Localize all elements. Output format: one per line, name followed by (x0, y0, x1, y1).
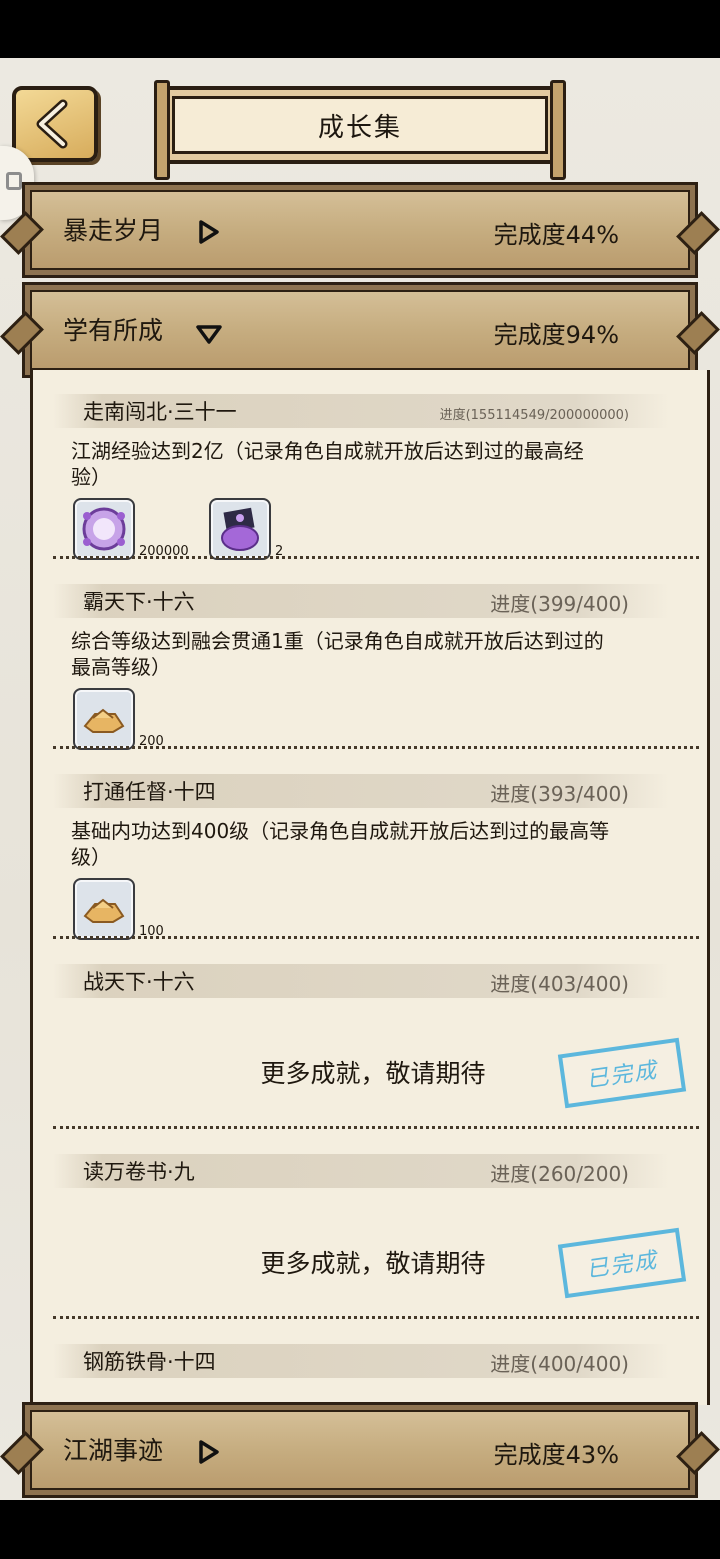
achievement-progress: 进度(393/400) (490, 782, 629, 806)
divider (53, 556, 699, 559)
section-progress: 完成度94% (493, 321, 619, 349)
achievement-name: 走南闯北·三十一 (83, 400, 237, 424)
gold-ingot-icon[interactable] (73, 878, 135, 940)
achievement-name: 读万卷书·九 (83, 1160, 195, 1184)
expand-right-icon (199, 220, 219, 244)
achievement-list[interactable]: 走南闯北·三十一 进度(155114549/200000000) 江湖经验达到2… (30, 370, 710, 1405)
achievement-progress: 进度(155114549/200000000) (439, 408, 629, 423)
completed-stamp: 已完成 (557, 1227, 687, 1299)
achievement-header: 读万卷书·九 进度(260/200) (53, 1154, 669, 1188)
section-title: 暴走岁月 (63, 216, 164, 245)
back-arrow-icon (36, 99, 68, 149)
divider (53, 936, 699, 939)
purple-bag-icon[interactable] (209, 498, 271, 560)
divider (53, 1316, 699, 1319)
section-title: 学有所成 (63, 316, 164, 345)
achievement-name: 打通任督·十四 (83, 780, 216, 804)
achievement-name: 霸天下·十六 (83, 590, 195, 614)
purple-orb-icon[interactable] (73, 498, 135, 560)
page-title: 成长集 (154, 80, 566, 180)
collapse-down-icon (196, 325, 222, 344)
divider (53, 1126, 699, 1129)
system-nav-bar (0, 1500, 720, 1559)
achievement-progress: 进度(403/400) (490, 972, 629, 996)
achievement-description: 综合等级达到融会贯通1重（记录角色自成就开放后达到过的最高等级） (71, 629, 604, 679)
completed-stamp: 已完成 (557, 1037, 687, 1109)
achievement-header: 战天下·十六 进度(403/400) (53, 964, 669, 998)
achievement-progress: 进度(260/200) (490, 1162, 629, 1186)
achievement-header: 打通任督·十四 进度(393/400) (53, 774, 669, 808)
expand-right-icon (199, 1440, 219, 1464)
achievement-progress: 进度(399/400) (490, 592, 629, 616)
divider (53, 746, 699, 749)
achievement-header: 走南闯北·三十一 进度(155114549/200000000) (53, 394, 669, 428)
drawer-icon (6, 172, 22, 190)
section-progress: 完成度43% (493, 1441, 619, 1469)
section-header-baozou[interactable]: 暴走岁月 完成度44% (22, 182, 698, 278)
achievement-header: 钢筋铁骨·十四 进度(400/400) (53, 1344, 669, 1378)
achievement-description: 江湖经验达到2亿（记录角色自成就开放后达到过的最高经验） (71, 439, 584, 489)
section-progress: 完成度44% (493, 221, 619, 249)
gold-ingot-icon[interactable] (73, 688, 135, 750)
back-button[interactable] (12, 86, 98, 162)
achievement-header: 霸天下·十六 进度(399/400) (53, 584, 669, 618)
achievement-screen: 成长集 暴走岁月 完成度44% 学有所成 完成度94% 走南闯北·三十一 进度(… (0, 58, 720, 1500)
achievement-name: 战天下·十六 (83, 970, 195, 994)
achievement-progress: 进度(400/400) (490, 1352, 629, 1376)
section-header-jianghu[interactable]: 江湖事迹 完成度43% (22, 1402, 698, 1498)
achievement-description: 基础内功达到400级（记录角色自成就开放后达到过的最高等级） (71, 819, 610, 869)
section-header-xueyou[interactable]: 学有所成 完成度94% (22, 282, 698, 378)
section-title: 江湖事迹 (63, 1436, 164, 1465)
achievement-name: 钢筋铁骨·十四 (83, 1350, 216, 1374)
page-title-text: 成长集 (317, 112, 402, 143)
